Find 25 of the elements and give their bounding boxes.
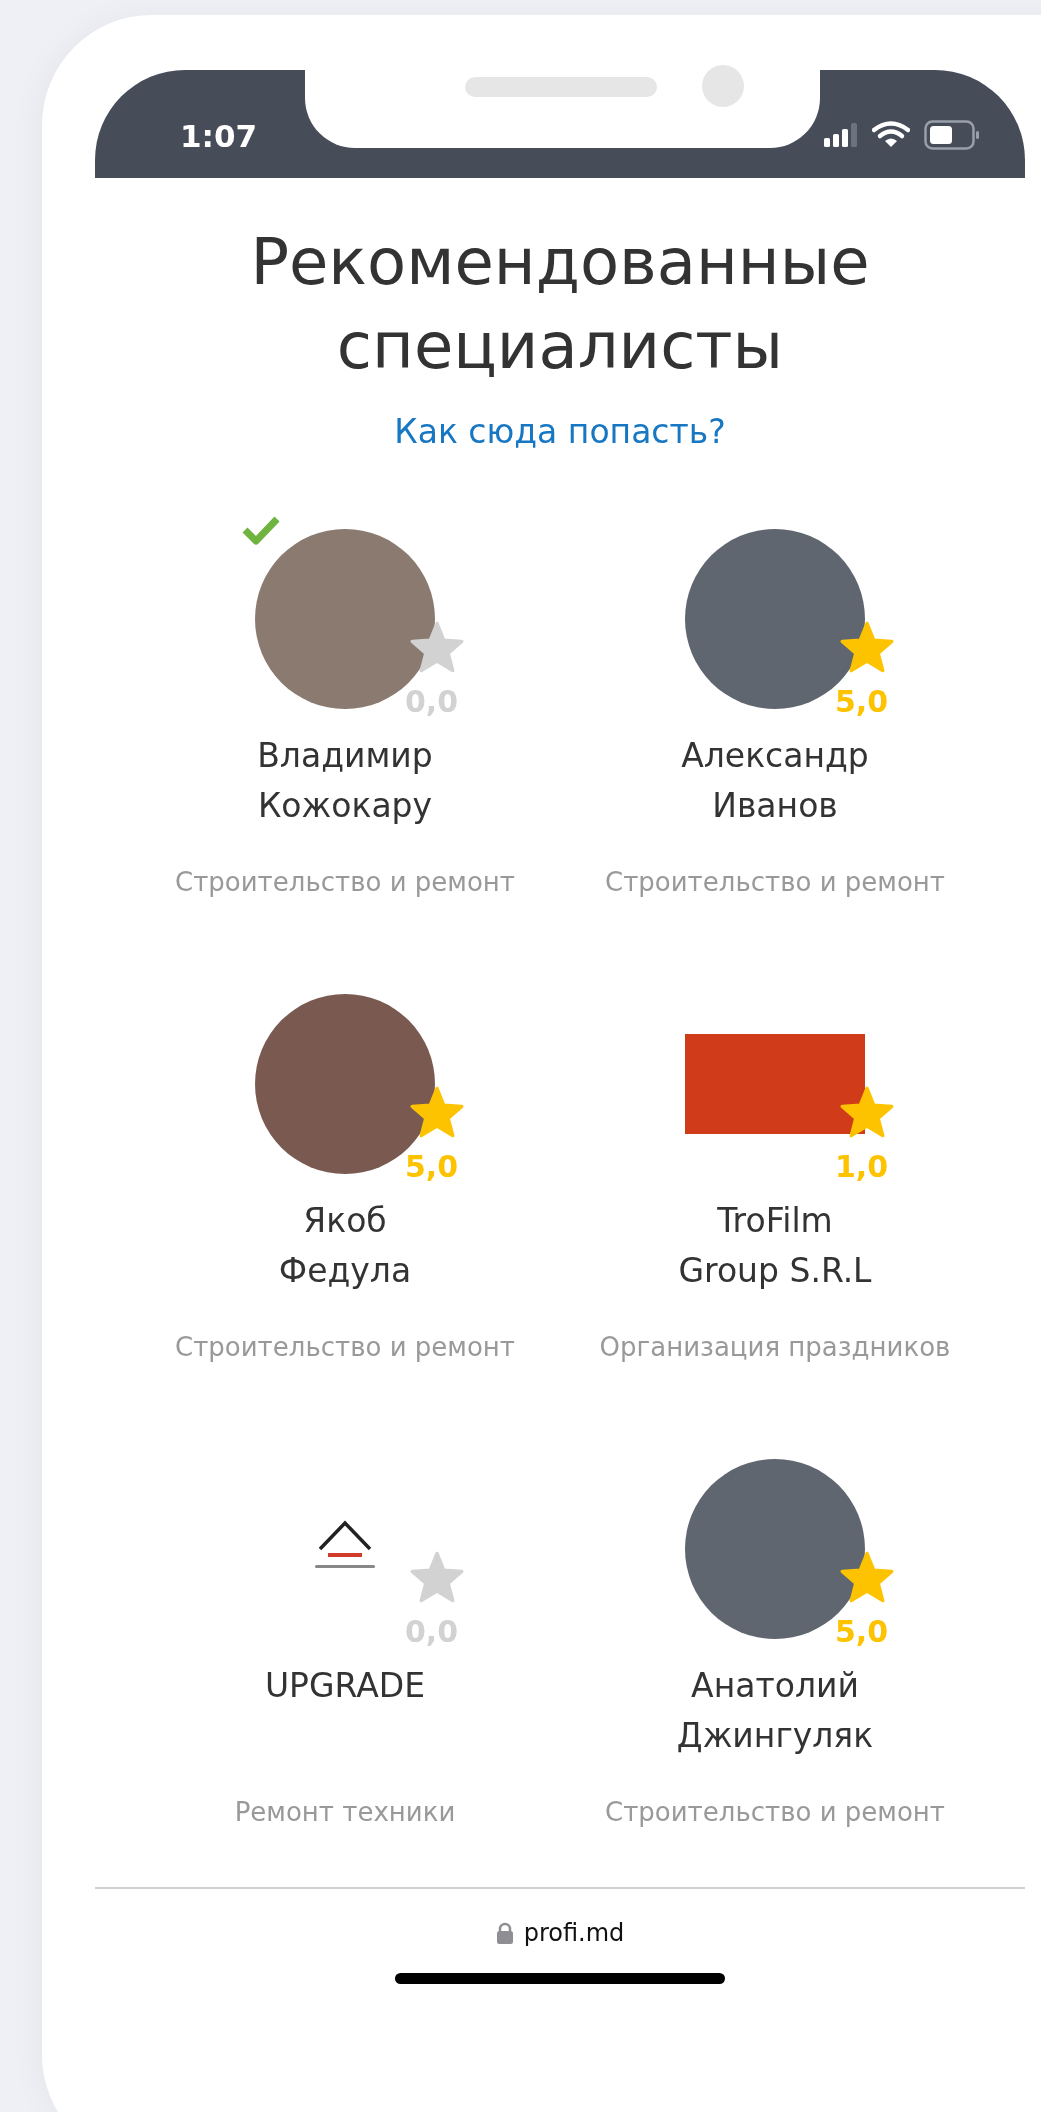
page-title: Рекомендованные специалисты	[249, 224, 871, 385]
specialist-category: Строительство и ремонт	[175, 867, 515, 897]
rating-value: 5,0	[835, 684, 889, 719]
logo-placeholder[interactable]	[685, 1034, 865, 1134]
battery-icon	[924, 120, 980, 150]
rating-value: 5,0	[835, 1614, 889, 1649]
specialist-name[interactable]: Якоб Федула	[242, 1196, 448, 1306]
specialist-category: Строительство и ремонт	[605, 867, 945, 897]
lock-icon	[495, 1922, 514, 1944]
status-time: 1:07	[180, 118, 258, 154]
specialist-name[interactable]: UPGRADE	[264, 1661, 426, 1771]
specialist-name[interactable]: TroFilm Group S.R.L	[672, 1196, 878, 1306]
specialist-category: Ремонт техники	[234, 1797, 456, 1827]
signal-icon	[824, 123, 858, 147]
rating-value: 1,0	[835, 1149, 889, 1184]
help-link[interactable]: Как сюда попасть?	[394, 412, 726, 451]
specialist-name[interactable]: Владимир Кожокару	[242, 731, 448, 841]
specialist-name[interactable]: Анатолий Джингуляк	[672, 1661, 878, 1771]
specialist-category: Строительство и ремонт	[605, 1797, 945, 1827]
address-url[interactable]: profi.md	[523, 1919, 625, 1947]
rating-value: 5,0	[405, 1149, 459, 1184]
wifi-icon	[872, 121, 910, 149]
specialist-name[interactable]: Александр Иванов	[672, 731, 878, 841]
specialist-category: Организация праздников	[599, 1332, 951, 1362]
specialist-category: Строительство и ремонт	[175, 1332, 515, 1362]
